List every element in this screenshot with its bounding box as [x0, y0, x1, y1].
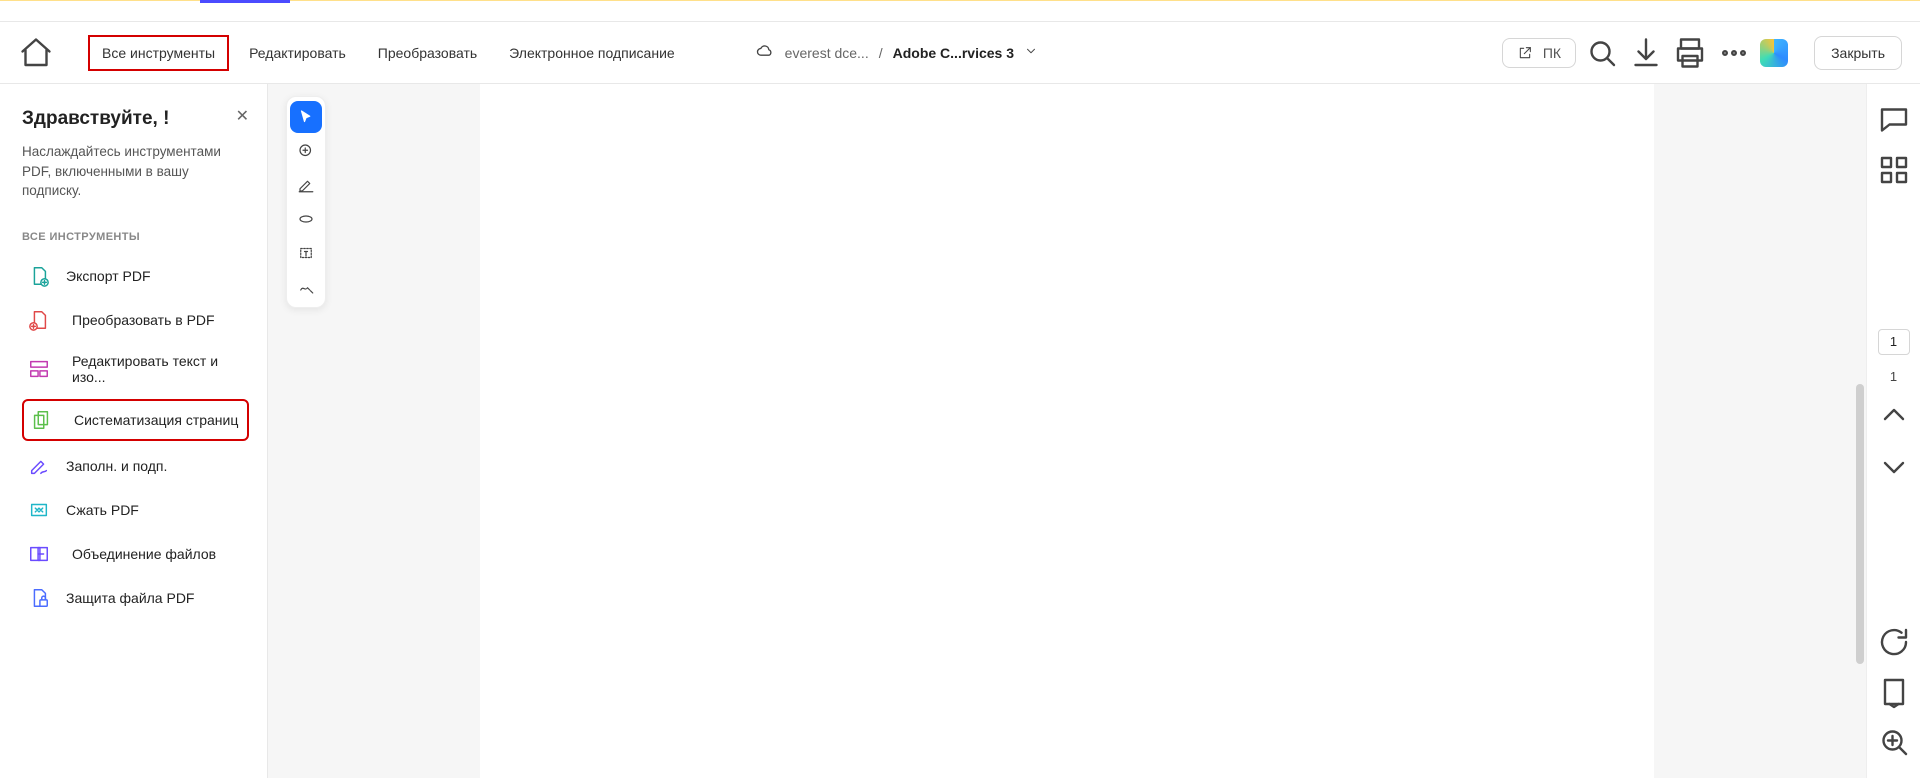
page-down-icon[interactable] [1876, 448, 1912, 484]
greeting-sub: Наслаждайтесь инструментами PDF, включен… [22, 142, 249, 201]
tool-label: Преобразовать в PDF [72, 312, 215, 328]
convert-pdf-icon [28, 309, 50, 331]
rotate-icon[interactable] [1876, 624, 1912, 660]
tool-label: Систематизация страниц [74, 412, 238, 428]
breadcrumb: everest dce... / Adobe C...rvices 3 [755, 41, 1038, 64]
share-button[interactable]: ПК [1502, 38, 1576, 68]
cloud-icon [755, 41, 775, 64]
highlight-tool-icon[interactable] [290, 169, 322, 201]
tool-label: Защита файла PDF [66, 590, 194, 606]
draw-tool-icon[interactable] [290, 203, 322, 235]
tool-export-pdf[interactable]: Экспорт PDF [22, 257, 249, 295]
share-button-label: ПК [1543, 45, 1561, 61]
tool-label: Сжать PDF [66, 502, 139, 518]
menu-esign[interactable]: Электронное подписание [497, 37, 687, 69]
topbar: Все инструменты Редактировать Преобразов… [0, 21, 1920, 84]
textbox-tool-icon[interactable] [290, 237, 322, 269]
comments-panel-icon[interactable] [1876, 102, 1912, 138]
tool-compress-pdf[interactable]: Сжать PDF [22, 491, 249, 529]
export-pdf-icon [28, 265, 50, 287]
protect-pdf-icon [28, 587, 50, 609]
more-icon[interactable] [1716, 35, 1752, 71]
doc-name[interactable]: Adobe C...rvices 3 [893, 45, 1014, 61]
cloud-folder-label[interactable]: everest dce... [785, 45, 869, 61]
comment-tool-icon[interactable] [290, 135, 322, 167]
tool-rail [286, 96, 326, 308]
tool-fill-sign[interactable]: Заполн. и подп. [22, 447, 249, 485]
combine-files-icon [28, 543, 50, 565]
menu-all-tools[interactable]: Все инструменты [88, 35, 229, 71]
sign-tool-icon[interactable] [290, 271, 322, 303]
tool-label: Редактировать текст и изо... [72, 353, 243, 385]
tool-combine-files[interactable]: Объединение файлов [22, 535, 249, 573]
fit-page-icon[interactable] [1876, 674, 1912, 710]
scrollbar-thumb[interactable] [1856, 384, 1864, 664]
print-icon[interactable] [1672, 35, 1708, 71]
avatar[interactable] [1760, 39, 1788, 67]
select-tool-icon[interactable] [290, 101, 322, 133]
sidebar: ✕ Здравствуйте, ! Наслаждайтесь инструме… [0, 84, 268, 778]
download-icon[interactable] [1628, 35, 1664, 71]
zoom-icon[interactable] [1876, 724, 1912, 760]
close-panel-icon[interactable]: ✕ [236, 106, 249, 126]
edit-text-icon [28, 358, 50, 380]
search-icon[interactable] [1584, 35, 1620, 71]
tool-label: Объединение файлов [72, 546, 216, 562]
fill-sign-icon [28, 455, 50, 477]
page-total: 1 [1890, 369, 1897, 384]
tool-convert-pdf[interactable]: Преобразовать в PDF [22, 301, 249, 339]
page-current-input[interactable]: 1 [1878, 329, 1910, 355]
menu-convert[interactable]: Преобразовать [366, 37, 489, 69]
tool-edit-text[interactable]: Редактировать текст и изо... [22, 345, 249, 393]
section-label: ВСЕ ИНСТРУМЕНТЫ [22, 231, 249, 243]
close-button[interactable]: Закрыть [1814, 36, 1902, 70]
thumbnails-panel-icon[interactable] [1876, 152, 1912, 188]
compress-pdf-icon [28, 499, 50, 521]
right-rail: 1 1 [1866, 84, 1920, 778]
home-icon[interactable] [18, 35, 54, 71]
document-area [268, 84, 1866, 778]
page-up-icon[interactable] [1876, 398, 1912, 434]
chevron-down-icon[interactable] [1024, 44, 1038, 61]
tool-protect-pdf[interactable]: Защита файла PDF [22, 579, 249, 617]
organize-pages-icon [30, 409, 52, 431]
tool-label: Экспорт PDF [66, 268, 151, 284]
greeting: Здравствуйте, ! [22, 108, 249, 130]
tool-label: Заполн. и подп. [66, 458, 167, 474]
menu-edit[interactable]: Редактировать [237, 37, 358, 69]
page-canvas[interactable] [480, 84, 1654, 778]
tool-organize-pages[interactable]: Систематизация страниц [22, 399, 249, 441]
